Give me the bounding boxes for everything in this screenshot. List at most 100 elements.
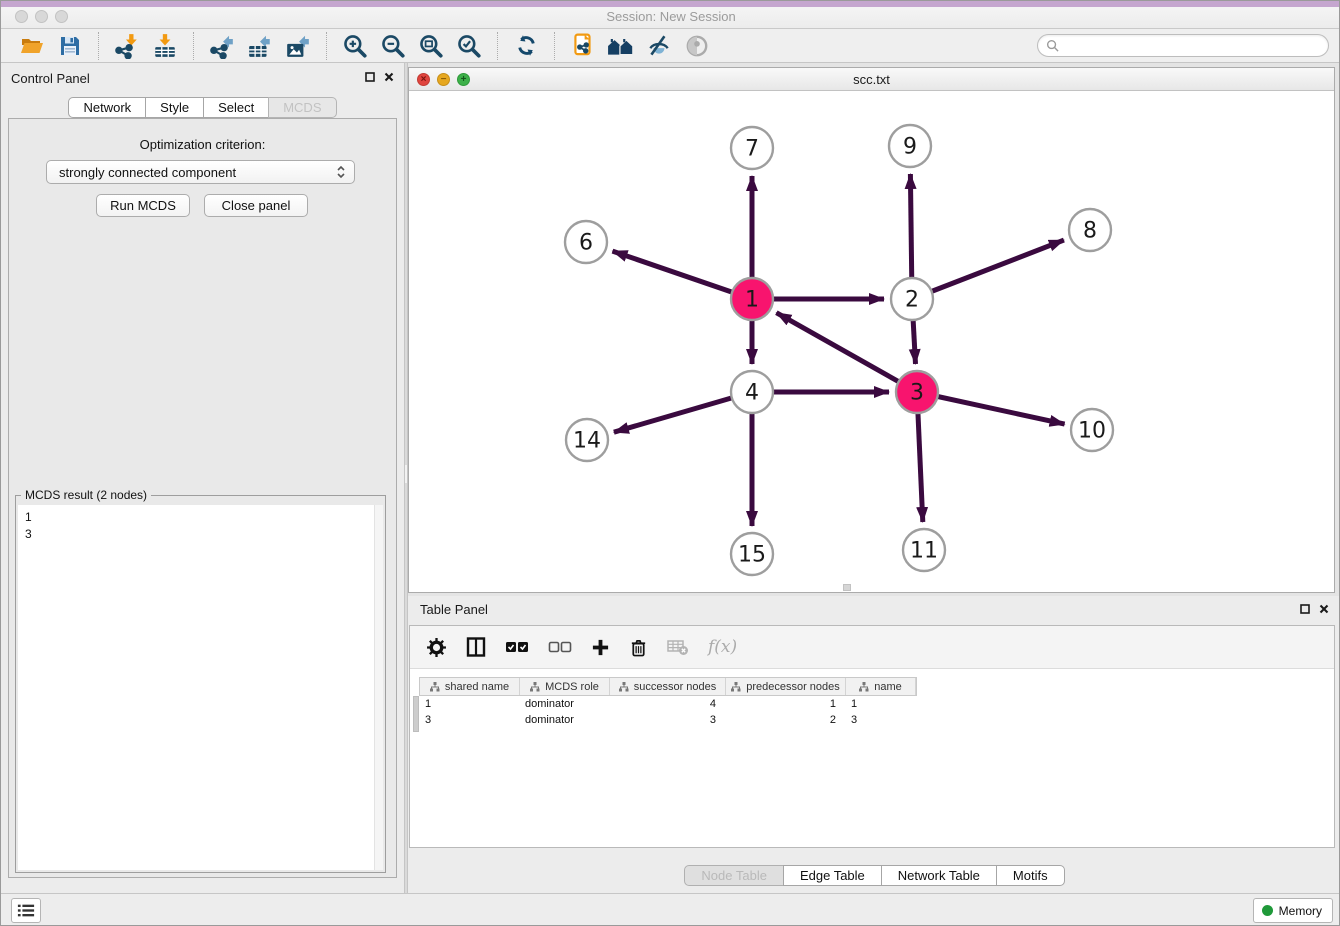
zoom-in-button[interactable] [339,31,371,61]
mcds-result-group: MCDS result (2 nodes) 1 3 [15,495,386,873]
table-row[interactable]: 3dominator323 [419,712,917,728]
import-table-button[interactable] [149,31,181,61]
graph-edge-2-8[interactable] [912,240,1064,299]
column-header-successor-nodes[interactable]: successor nodes [610,678,726,695]
tab-select[interactable]: Select [203,97,269,118]
add-row-button[interactable] [591,638,610,657]
function-builder-button[interactable]: f(x) [708,637,737,657]
graph-node-7[interactable]: 7 [731,127,773,169]
svg-text:10: 10 [1078,419,1106,444]
svg-text:11: 11 [910,539,938,564]
mcds-panel: Optimization criterion: strongly connect… [8,118,397,878]
table-header-row: shared name MCDS role successor nodes prede… [419,677,917,696]
column-header-MCDS-role[interactable]: MCDS role [520,678,610,695]
zoom-out-button[interactable] [377,31,409,61]
show-columns-button[interactable] [466,637,486,657]
refresh-icon [514,33,539,58]
refresh-button[interactable] [510,31,542,61]
save-session-button[interactable] [54,31,86,61]
table-cell: 1 [419,696,519,712]
search-box [1037,34,1329,57]
table-row[interactable]: 1dominator411 [419,696,917,712]
delete-row-button[interactable] [629,637,648,658]
tab-motifs[interactable]: Motifs [996,865,1065,886]
column-header-shared-name[interactable]: shared name [420,678,520,695]
graph-node-6[interactable]: 6 [565,221,607,263]
svg-text:1: 1 [745,288,759,313]
node-table: shared name MCDS role successor nodes prede… [413,677,917,728]
mcds-result-textarea[interactable]: 1 3 [18,505,383,870]
tab-style[interactable]: Style [145,97,204,118]
column-header-predecessor-nodes[interactable]: predecessor nodes [726,678,846,695]
attribute-icon [530,682,540,692]
selected-option-label: strongly connected component [59,165,334,180]
graph-node-15[interactable]: 15 [731,533,773,575]
mcds-result-title: MCDS result (2 nodes) [21,488,151,502]
column-label: shared name [445,681,509,693]
deselect-all-button[interactable] [548,640,572,654]
application-window: Session: New Session [0,0,1340,926]
export-network-icon [209,33,235,59]
optimization-criterion-select[interactable]: strongly connected component [46,160,355,184]
tab-network-table[interactable]: Network Table [881,865,997,886]
export-network-button[interactable] [206,31,238,61]
search-input[interactable] [1059,39,1320,53]
tab-network[interactable]: Network [68,97,146,118]
tab-edge-table[interactable]: Edge Table [783,865,882,886]
control-panel-window-buttons [365,72,394,82]
memory-button[interactable]: Memory [1253,898,1333,923]
export-table-icon [247,33,273,59]
memory-label: Memory [1279,904,1322,918]
open-session-button[interactable] [16,31,48,61]
graph-edge-3-10[interactable] [917,392,1065,424]
graph-node-14[interactable]: 14 [566,419,608,461]
table-settings-button[interactable] [426,637,447,658]
run-mcds-button[interactable]: Run MCDS [96,194,190,217]
graph-node-3[interactable]: 3 [896,371,938,413]
export-table-button[interactable] [244,31,276,61]
zoom-selected-button[interactable] [453,31,485,61]
import-network-icon [114,33,140,59]
export-image-button[interactable] [282,31,314,61]
attribute-icon [619,682,629,692]
home-layout-button[interactable] [605,31,637,61]
graph-node-10[interactable]: 10 [1071,409,1113,451]
close-panel-icon[interactable] [1319,604,1329,614]
graph-edge-3-1[interactable] [776,313,917,392]
zoom-fit-button[interactable] [415,31,447,61]
status-bar: Memory [1,893,1340,926]
graphics-details-button[interactable] [643,31,675,61]
graph-node-2[interactable]: 2 [891,278,933,320]
graph-node-11[interactable]: 11 [903,529,945,571]
home-icon [607,33,635,59]
canvas-scroll-handle[interactable] [843,584,851,591]
task-history-button[interactable] [11,898,41,923]
table-cell: 1 [725,696,845,712]
close-panel-icon[interactable] [384,72,394,82]
float-panel-icon[interactable] [1300,604,1310,614]
import-network-button[interactable] [111,31,143,61]
graph-node-4[interactable]: 4 [731,371,773,413]
select-all-button[interactable] [505,640,529,654]
delete-table-button[interactable] [667,638,689,656]
graph-node-9[interactable]: 9 [889,125,931,167]
birds-eye-view-button[interactable] [681,31,713,61]
search-icon [1046,39,1059,52]
column-header-name[interactable]: name [846,678,916,695]
svg-text:7: 7 [745,137,759,162]
close-panel-button[interactable]: Close panel [204,194,308,217]
float-panel-icon[interactable] [365,72,375,82]
tab-node-table[interactable]: Node Table [684,865,784,886]
graph-node-8[interactable]: 8 [1069,209,1111,251]
result-scrollbar[interactable] [374,505,383,870]
delete-table-icon [667,638,689,656]
svg-text:15: 15 [738,543,766,568]
table-panel: Table Panel [408,596,1340,893]
splitter-handle[interactable] [405,465,407,483]
column-label: successor nodes [634,681,717,693]
tab-mcds[interactable]: MCDS [268,97,336,118]
clone-network-button[interactable] [567,31,599,61]
graph-node-1[interactable]: 1 [731,278,773,320]
workspace: Control Panel NetworkStyleSelectMCDS Opt… [1,63,1340,893]
network-canvas[interactable]: 7 9 6 8 1 2 4 3 14 10 15 11 [409,91,1334,592]
